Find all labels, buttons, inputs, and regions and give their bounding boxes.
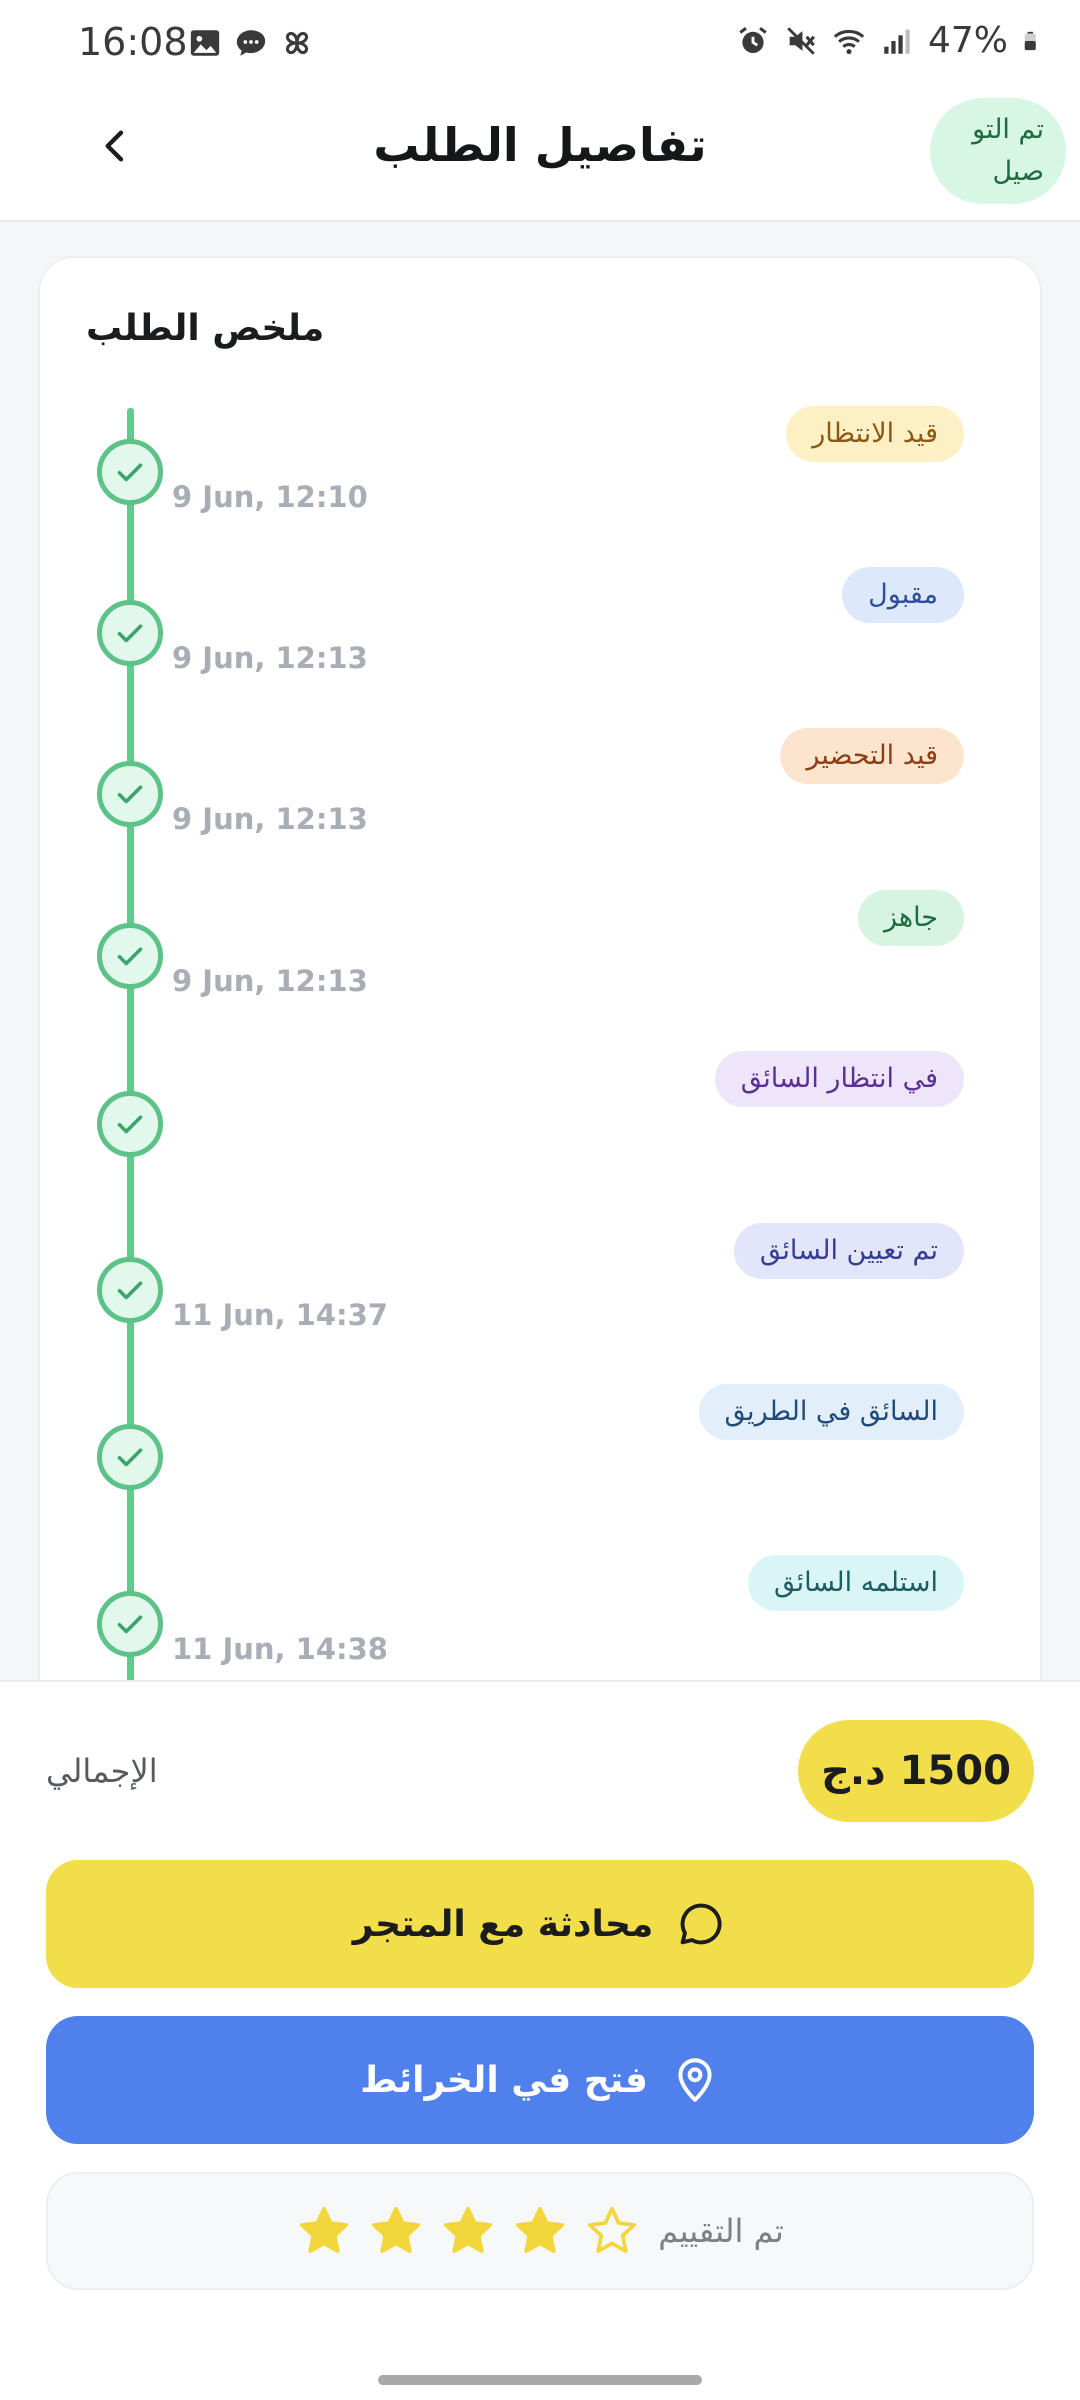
maps-button-label: فتح في الخرائط	[360, 2059, 648, 2101]
timeline-status-badge: مقبول	[842, 567, 964, 623]
chat-with-store-button[interactable]: محادثة مع المتجر	[46, 1860, 1034, 1988]
total-label: الإجمالي	[46, 1752, 158, 1790]
timeline-timestamp: 9 Jun, 12:13	[172, 802, 368, 836]
home-indicator[interactable]	[378, 2375, 702, 2385]
wifi-icon	[833, 29, 865, 54]
timeline-timestamp: 11 Jun, 14:38	[172, 1632, 388, 1666]
signal-icon	[884, 29, 910, 54]
timeline-timestamp: 11 Jun, 14:37	[172, 1298, 388, 1332]
mute-icon	[787, 26, 815, 55]
check-circle-icon	[97, 923, 163, 989]
check-circle-icon	[97, 761, 163, 827]
check-circle-icon	[97, 1257, 163, 1323]
rating-box: تم التقييم	[46, 2172, 1034, 2290]
check-circle-icon	[97, 1591, 163, 1657]
timeline-status-badge: قيد الانتظار	[786, 406, 964, 462]
star-outline-icon	[588, 2206, 637, 2253]
rating-stars	[296, 2203, 640, 2259]
timeline-status-badge: تم تعيين السائق	[733, 1223, 964, 1279]
pinwheel-icon	[285, 31, 309, 55]
star-filled-icon	[372, 2206, 421, 2253]
image-icon	[190, 30, 220, 56]
chat-button-label: محادثة مع المتجر	[352, 1903, 654, 1945]
star-filled-icon	[516, 2206, 565, 2253]
timeline-status-badge: في انتظار السائق	[714, 1051, 964, 1107]
status-system-icons: 47%	[736, 20, 1044, 61]
status-bar: 16:08 47%	[0, 0, 1080, 86]
open-in-maps-button[interactable]: فتح في الخرائط	[46, 2016, 1034, 2144]
status-time: 16:08	[78, 20, 188, 64]
alarm-icon	[739, 26, 767, 53]
battery-percent: 47%	[927, 20, 1008, 61]
star-filled-icon	[300, 2206, 349, 2253]
order-status-pill: تم التو صيل	[930, 98, 1066, 204]
bottom-panel: الإجمالي 1500 د.ج محادثة مع المتجر فتح ف…	[0, 1680, 1080, 2400]
timeline-status-badge: استلمه السائق	[748, 1555, 964, 1611]
check-circle-icon	[97, 1091, 163, 1157]
map-pin-icon	[678, 2058, 712, 2102]
page-title: تفاصيل الطلب	[373, 118, 707, 172]
rating-label: تم التقييم	[658, 2212, 784, 2250]
chat-bubble-icon	[680, 1903, 722, 1945]
star-filled-icon	[444, 2206, 493, 2253]
status-notification-icons	[188, 26, 314, 60]
check-circle-icon	[97, 439, 163, 505]
check-circle-icon	[97, 600, 163, 666]
card-title: ملخص الطلب	[86, 308, 325, 349]
timeline-timestamp: 9 Jun, 12:13	[172, 964, 368, 998]
timeline-status-badge: جاهز	[857, 890, 964, 946]
app-header: تفاصيل الطلب تم التو صيل	[0, 86, 1080, 222]
check-circle-icon	[97, 1424, 163, 1490]
order-summary-card: ملخص الطلب قيد الانتظار 9 Jun, 12:10 مقبول…	[38, 256, 1042, 1716]
timeline-status-badge: السائق في الطريق	[698, 1384, 964, 1440]
timeline-timestamp: 9 Jun, 12:10	[172, 480, 368, 514]
timeline-timestamp: 9 Jun, 12:13	[172, 641, 368, 675]
timeline-status-badge: قيد التحضير	[780, 728, 964, 784]
chat-bubble-icon	[236, 30, 266, 56]
battery-icon	[1024, 31, 1036, 50]
total-amount: 1500 د.ج	[798, 1720, 1034, 1822]
